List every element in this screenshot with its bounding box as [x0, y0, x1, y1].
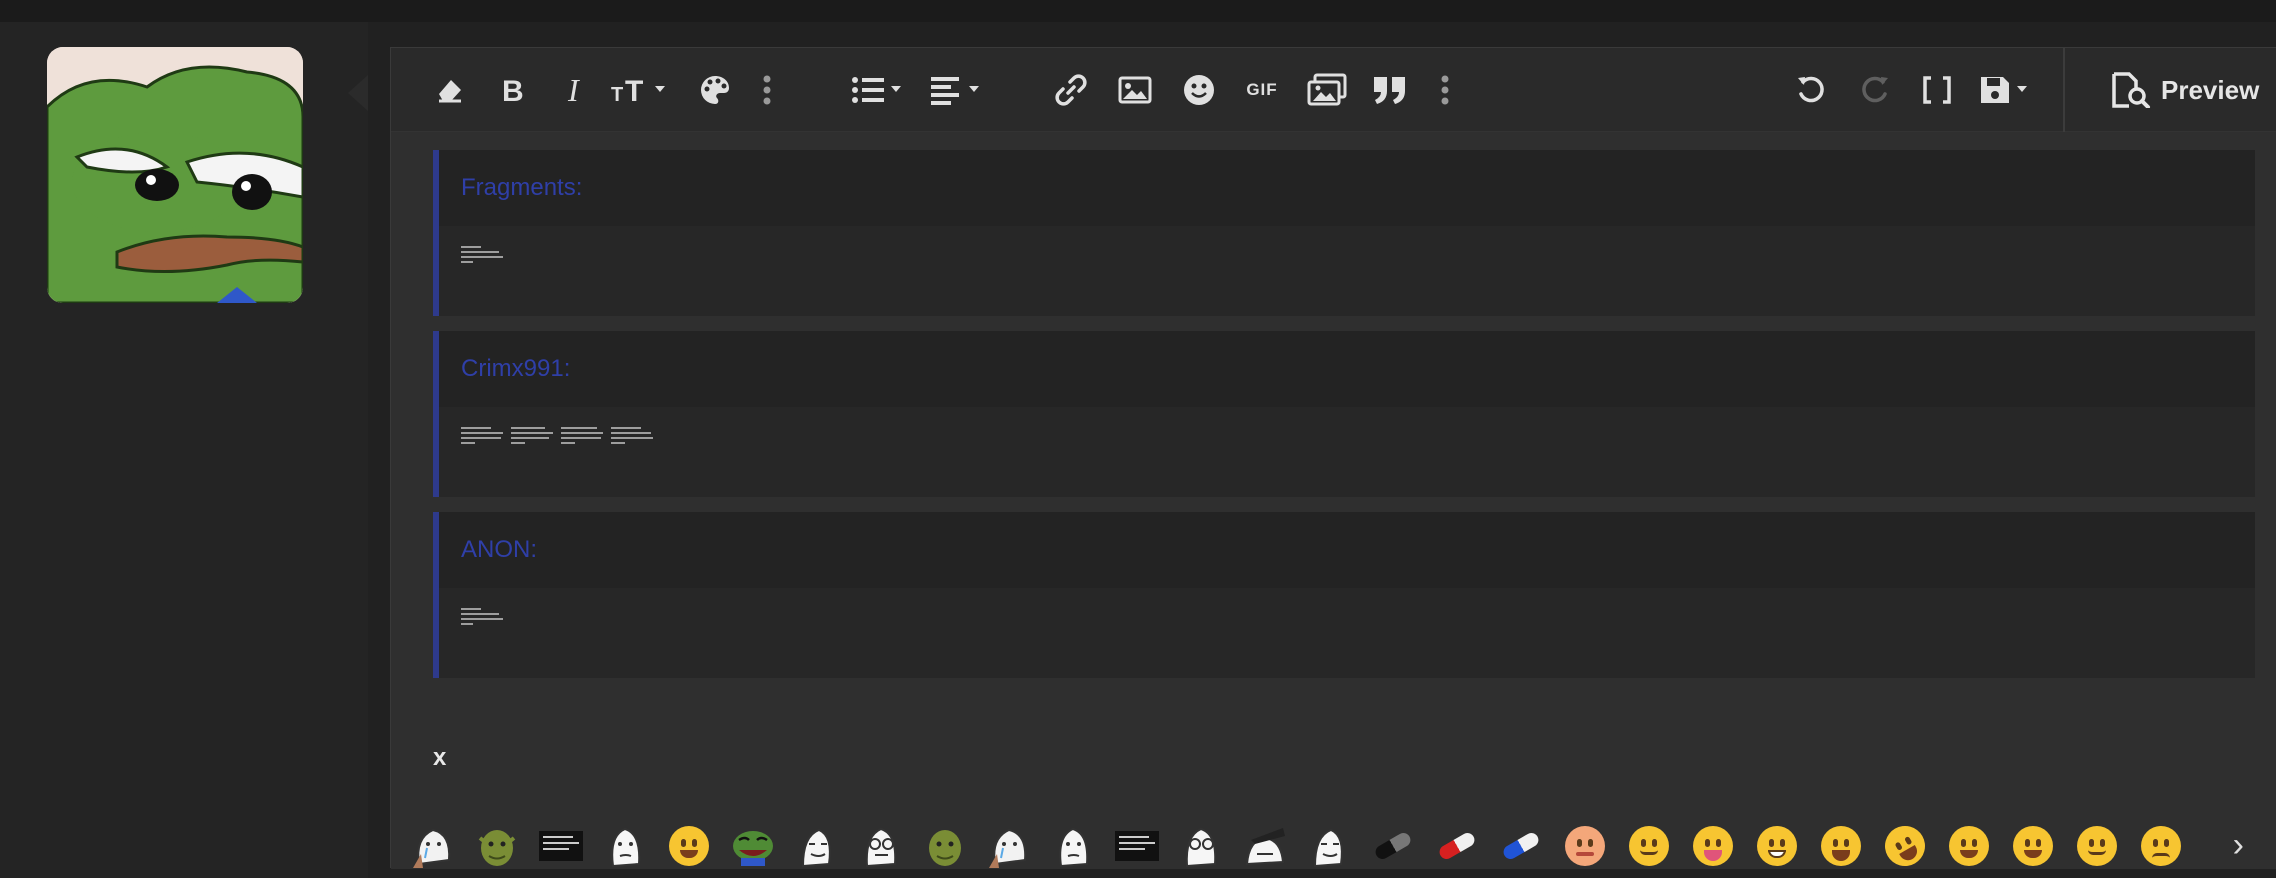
wojak-icon[interactable] — [593, 822, 657, 869]
message-editor[interactable]: B I TT GIF Preview Fragments: Crimx991: … — [390, 47, 2276, 873]
preview-label: Preview — [2161, 74, 2260, 105]
quote-tiny-text — [461, 427, 503, 497]
redo-icon[interactable] — [1855, 66, 1895, 114]
quote-icon[interactable] — [1369, 66, 1411, 114]
red-pill-icon[interactable] — [1425, 822, 1489, 869]
quote-author[interactable]: Fragments: — [439, 150, 2255, 226]
image-icon[interactable] — [1115, 66, 1155, 114]
svg-text:T: T — [611, 84, 623, 106]
wojak-glasses-icon[interactable] — [849, 822, 913, 869]
tongue-emoji-icon[interactable] — [1681, 822, 1745, 869]
align-icon[interactable] — [931, 66, 989, 114]
quote-tiny-text — [611, 427, 653, 497]
star-struck-emoji-icon[interactable] — [2001, 822, 2065, 869]
quote-tiny-text — [511, 427, 553, 497]
joy-emoji-icon[interactable] — [657, 822, 721, 869]
palette-icon[interactable] — [695, 66, 735, 114]
quote-block: ANON: — [433, 512, 2255, 678]
shrek-icon[interactable] — [465, 822, 529, 869]
avatar[interactable] — [47, 47, 303, 303]
quote-tiny-text — [461, 608, 503, 625]
preview-button[interactable]: Preview — [2111, 66, 2259, 114]
fullscreen-icon[interactable] — [1917, 66, 1957, 114]
frown-emoji-icon[interactable] — [2129, 822, 2193, 869]
quote-body — [439, 407, 2255, 497]
svg-text:I: I — [567, 74, 580, 106]
pepe-laugh-icon[interactable] — [721, 822, 785, 869]
pepe-avatar-icon — [47, 47, 303, 303]
joy-emoji-icon[interactable] — [1937, 822, 2001, 869]
wojak-icon[interactable] — [1041, 822, 1105, 869]
smiley-icon[interactable] — [1179, 66, 1219, 114]
gallery-icon[interactable] — [1305, 66, 1349, 114]
quote-author[interactable]: ANON: — [439, 512, 2255, 588]
toolbar-divider — [2063, 48, 2065, 132]
grin-emoji-icon[interactable] — [1745, 822, 1809, 869]
eraser-icon[interactable] — [429, 66, 469, 114]
quote-block: Fragments: — [433, 150, 2255, 316]
editor-toolbar: B I TT GIF Preview — [391, 48, 2276, 132]
text-meme-icon[interactable] — [1105, 822, 1169, 869]
link-icon[interactable] — [1051, 66, 1091, 114]
smilie-bar — [391, 818, 2276, 873]
speech-arrow — [348, 75, 368, 111]
typed-text[interactable]: x — [433, 744, 446, 772]
black-pill-icon[interactable] — [1361, 822, 1425, 869]
wojak-hat-icon[interactable] — [1233, 822, 1297, 869]
zipper-mouth-emoji-icon[interactable] — [1553, 822, 1617, 869]
bold-icon[interactable]: B — [493, 66, 533, 114]
laughing-emoji-icon[interactable] — [1809, 822, 1873, 869]
wojak-smug-icon[interactable] — [785, 822, 849, 869]
more-vertical-icon[interactable] — [1435, 66, 1455, 114]
wink-emoji-icon[interactable] — [2065, 822, 2129, 869]
top-strip — [0, 0, 2276, 22]
list-icon[interactable] — [851, 66, 909, 114]
shrek-icon[interactable] — [913, 822, 977, 869]
more-vertical-icon[interactable] — [757, 66, 777, 114]
font-size-icon[interactable]: TT — [611, 66, 673, 114]
blue-pill-icon[interactable] — [1489, 822, 1553, 869]
svg-text:B: B — [502, 75, 524, 106]
wojak-crying-icon[interactable] — [977, 822, 1041, 869]
quote-block: Crimx991: — [433, 331, 2255, 497]
preview-file-icon — [2112, 72, 2150, 108]
wojak-crying-icon[interactable] — [401, 822, 465, 869]
wojak-smug-icon[interactable] — [1297, 822, 1361, 869]
editor-content[interactable]: Fragments: Crimx991: ANON: x — [391, 132, 2276, 822]
italic-icon[interactable]: I — [555, 66, 595, 114]
quote-author[interactable]: Crimx991: — [439, 331, 2255, 407]
wojak-glasses-icon[interactable] — [1169, 822, 1233, 869]
slight-smile-emoji-icon[interactable] — [1617, 822, 1681, 869]
undo-icon[interactable] — [1791, 66, 1831, 114]
quote-body — [439, 588, 2255, 678]
gif-icon[interactable]: GIF — [1241, 66, 1283, 114]
quote-body — [439, 226, 2255, 316]
svg-text:T: T — [625, 75, 643, 106]
quote-tiny-text — [461, 246, 503, 263]
text-meme-icon[interactable] — [529, 822, 593, 869]
gif-label: GIF — [1246, 80, 1278, 99]
save-draft-icon[interactable] — [1979, 66, 2039, 114]
quote-tiny-text — [561, 427, 603, 497]
rofl-emoji-icon[interactable] — [1873, 818, 1937, 873]
smilie-next-icon[interactable]: › — [2233, 822, 2244, 869]
